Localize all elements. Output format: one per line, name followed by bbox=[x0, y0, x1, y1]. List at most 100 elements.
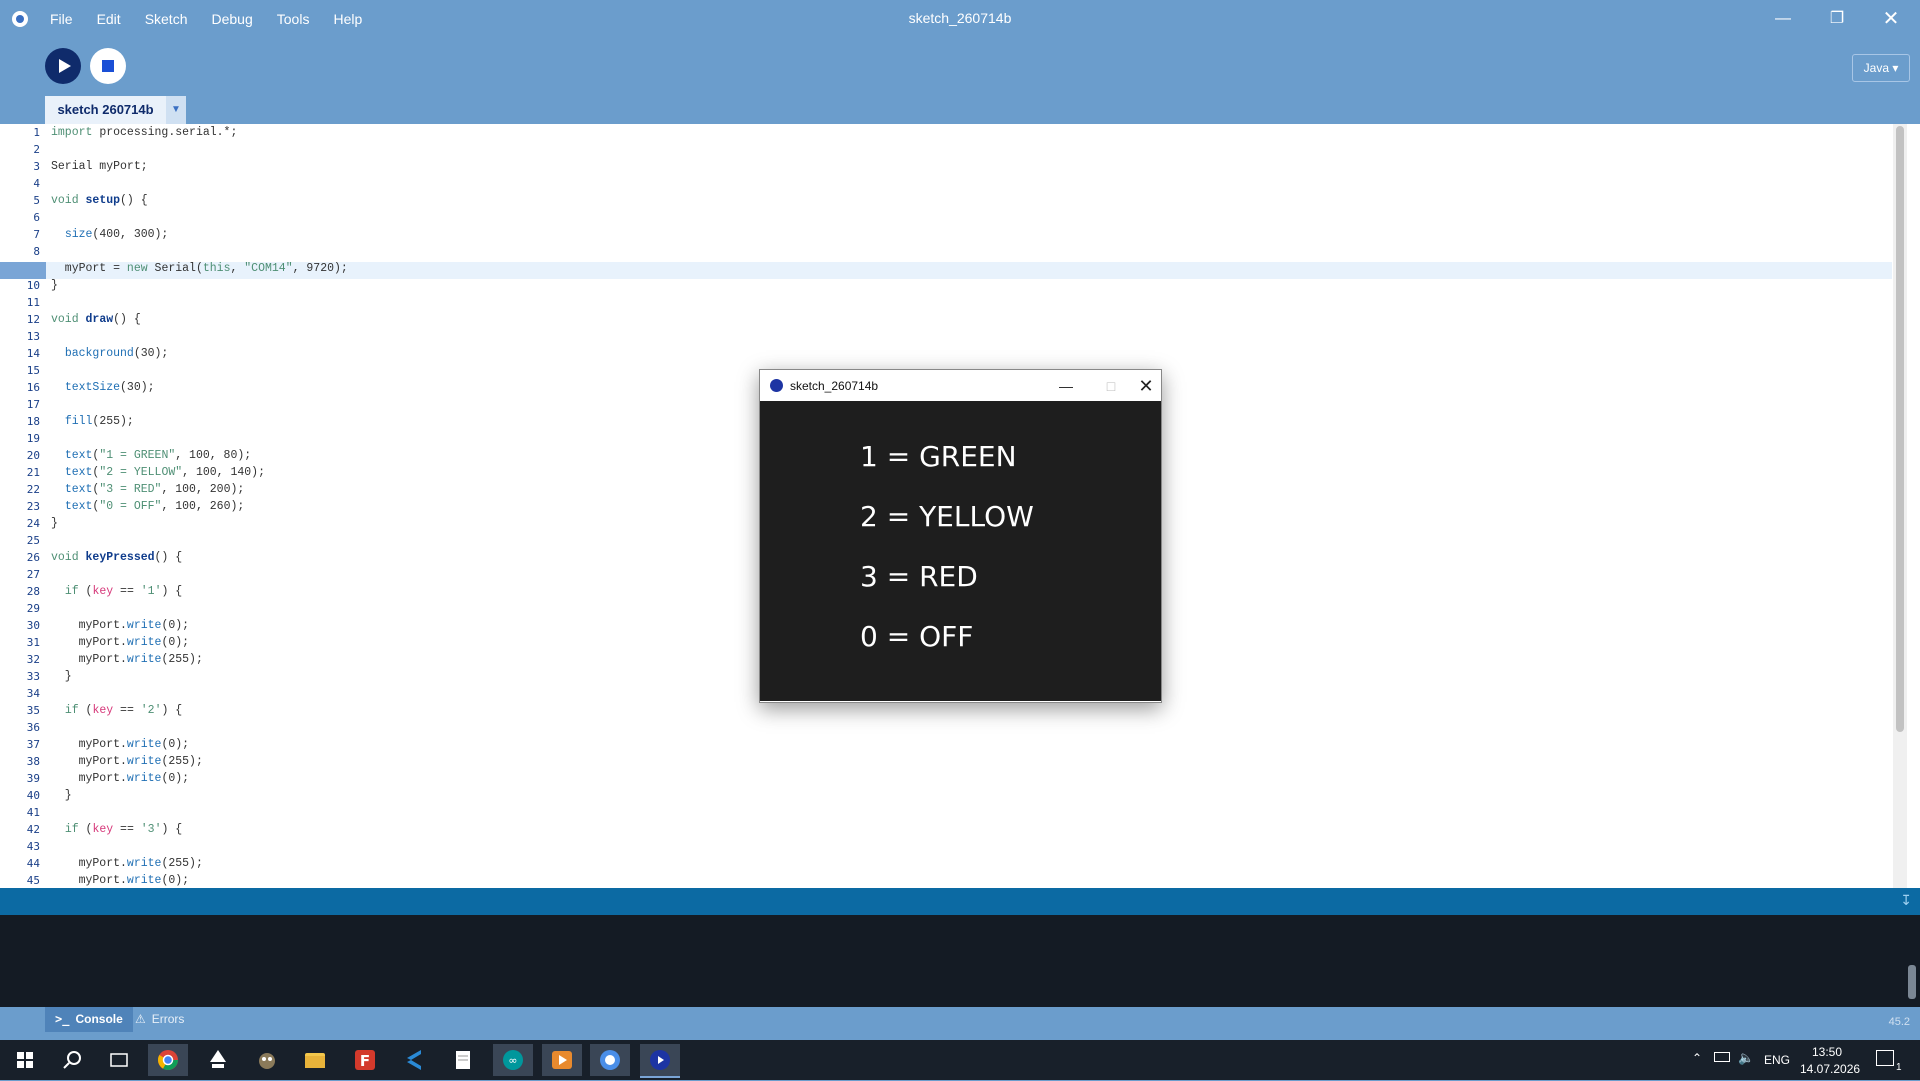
vscode-icon[interactable] bbox=[395, 1044, 435, 1076]
line-number: 3 bbox=[33, 160, 40, 173]
line-number: 43 bbox=[26, 840, 40, 853]
line-number: 19 bbox=[26, 432, 40, 445]
speaker-icon[interactable]: 🔈 bbox=[1738, 1050, 1754, 1066]
line-number: 37 bbox=[26, 738, 40, 751]
windows-start-icon[interactable] bbox=[5, 1044, 45, 1076]
sketch-running-icon[interactable] bbox=[640, 1044, 680, 1078]
language-indicator[interactable]: ENG bbox=[1764, 1053, 1790, 1067]
mode-select[interactable]: Java ▾ bbox=[1852, 54, 1910, 82]
task-view-icon[interactable] bbox=[99, 1044, 139, 1076]
line-number: 32 bbox=[26, 653, 40, 666]
clock-date[interactable]: 14.07.2026 bbox=[1800, 1062, 1860, 1076]
code-line[interactable]: myPort.write(0); bbox=[51, 619, 189, 632]
sketch-app-icon bbox=[770, 379, 783, 392]
tab-errors[interactable]: ⚠ Errors bbox=[135, 1007, 184, 1032]
code-line[interactable]: myPort.write(0); bbox=[51, 772, 189, 785]
sketch-close-button[interactable]: ✕ bbox=[1136, 374, 1156, 398]
code-line[interactable]: if (key == '3') { bbox=[51, 823, 182, 836]
code-line[interactable]: myPort.write(0); bbox=[51, 738, 189, 751]
line-number: 15 bbox=[26, 364, 40, 377]
code-line[interactable]: } bbox=[51, 670, 72, 683]
tab-menu-chevron-icon[interactable]: ▼ bbox=[166, 96, 186, 124]
run-button[interactable] bbox=[45, 48, 81, 84]
line-number: 34 bbox=[26, 687, 40, 700]
notification-icon[interactable] bbox=[1876, 1050, 1894, 1066]
console-output[interactable] bbox=[0, 915, 1920, 1007]
code-line[interactable]: } bbox=[51, 517, 58, 530]
line-number: 30 bbox=[26, 619, 40, 632]
line-number: 38 bbox=[26, 755, 40, 768]
battery-icon[interactable] bbox=[1714, 1052, 1730, 1062]
editor-scrollbar-thumb[interactable] bbox=[1896, 126, 1904, 732]
code-line[interactable]: size(400, 300); bbox=[51, 228, 169, 241]
line-number: 4 bbox=[33, 177, 40, 190]
f-app-icon[interactable]: F bbox=[345, 1044, 385, 1076]
line-number: 25 bbox=[26, 534, 40, 547]
code-line[interactable]: text("0 = OFF", 100, 260); bbox=[51, 500, 244, 513]
code-line[interactable]: } bbox=[51, 279, 58, 292]
notification-count: 1 bbox=[1896, 1062, 1902, 1073]
inkscape-icon[interactable] bbox=[198, 1044, 238, 1076]
media-player-icon[interactable] bbox=[542, 1044, 582, 1076]
title-bar: File Edit Sketch Debug Tools Help sketch… bbox=[0, 0, 1920, 38]
code-line[interactable]: myPort.write(255); bbox=[51, 755, 203, 768]
line-number: 44 bbox=[26, 857, 40, 870]
sketch-canvas[interactable]: 1 = GREEN 2 = YELLOW 3 = RED 0 = OFF bbox=[760, 401, 1161, 701]
code-line[interactable]: myPort.write(255); bbox=[51, 857, 203, 870]
console-scrollbar[interactable] bbox=[1908, 965, 1916, 999]
code-line[interactable]: myPort.write(0); bbox=[51, 636, 189, 649]
line-number: 36 bbox=[26, 721, 40, 734]
code-line[interactable]: Serial myPort; bbox=[51, 160, 148, 173]
line-number: 5 bbox=[33, 194, 40, 207]
sketch-titlebar[interactable]: sketch_260714b — □ ✕ bbox=[760, 370, 1161, 401]
processing-icon[interactable] bbox=[590, 1044, 630, 1076]
code-line[interactable]: import processing.serial.*; bbox=[51, 126, 237, 139]
line-number-gutter: 1234567891011121314151617181920212223242… bbox=[0, 124, 46, 888]
code-line[interactable]: if (key == '2') { bbox=[51, 704, 182, 717]
stop-button[interactable] bbox=[90, 48, 126, 84]
tab-console[interactable]: >_ Console bbox=[45, 1007, 133, 1032]
search-icon[interactable] bbox=[52, 1044, 92, 1076]
arduino-icon[interactable]: ∞ bbox=[493, 1044, 533, 1076]
sketch-text-off: 0 = OFF bbox=[860, 620, 974, 653]
system-tray: ⌃ 🔈 ENG 13:50 14.07.2026 1 bbox=[1684, 1040, 1920, 1080]
minimize-button[interactable]: — bbox=[1760, 5, 1806, 33]
restore-button[interactable]: ❐ bbox=[1814, 5, 1860, 33]
line-number: 42 bbox=[26, 823, 40, 836]
version-label: 45.2 bbox=[1888, 1016, 1910, 1028]
line-number: 7 bbox=[33, 228, 40, 241]
code-line[interactable]: myPort.write(0); bbox=[51, 874, 189, 887]
code-line[interactable]: text("3 = RED", 100, 200); bbox=[51, 483, 244, 496]
code-line[interactable]: textSize(30); bbox=[51, 381, 155, 394]
console-icon: >_ bbox=[55, 1012, 70, 1026]
code-line[interactable]: myPort = new Serial(this, "COM14", 9720)… bbox=[51, 262, 348, 275]
notepad-icon[interactable] bbox=[443, 1044, 483, 1076]
close-button[interactable]: ✕ bbox=[1868, 5, 1914, 33]
code-line[interactable]: } bbox=[51, 789, 72, 802]
sketch-maximize-button[interactable]: □ bbox=[1091, 374, 1131, 398]
tab-sketch[interactable]: sketch 260714b bbox=[45, 96, 166, 124]
editor-scrollbar[interactable] bbox=[1893, 124, 1907, 888]
collapse-icon[interactable]: ↧ bbox=[1900, 892, 1912, 909]
code-line[interactable]: void keyPressed() { bbox=[51, 551, 182, 564]
code-line[interactable]: fill(255); bbox=[51, 415, 134, 428]
code-line[interactable]: if (key == '1') { bbox=[51, 585, 182, 598]
code-line[interactable]: void setup() { bbox=[51, 194, 148, 207]
code-line[interactable]: myPort.write(255); bbox=[51, 653, 203, 666]
gimp-icon[interactable] bbox=[247, 1044, 287, 1076]
sketch-minimize-button[interactable]: — bbox=[1046, 374, 1086, 398]
code-line[interactable]: text("2 = YELLOW", 100, 140); bbox=[51, 466, 265, 479]
toolbar bbox=[0, 38, 1920, 96]
sketch-window[interactable]: sketch_260714b — □ ✕ 1 = GREEN 2 = YELLO… bbox=[759, 369, 1162, 703]
line-number: 17 bbox=[26, 398, 40, 411]
code-line[interactable]: background(30); bbox=[51, 347, 169, 360]
chrome-icon[interactable] bbox=[148, 1044, 188, 1076]
chevron-up-icon[interactable]: ⌃ bbox=[1692, 1051, 1702, 1065]
file-explorer-icon[interactable] bbox=[295, 1044, 335, 1076]
code-line[interactable]: void draw() { bbox=[51, 313, 141, 326]
line-number: 18 bbox=[26, 415, 40, 428]
sketch-text-yellow: 2 = YELLOW bbox=[860, 500, 1034, 533]
clock-time[interactable]: 13:50 bbox=[1812, 1045, 1842, 1059]
code-line[interactable]: text("1 = GREEN", 100, 80); bbox=[51, 449, 251, 462]
line-number: 24 bbox=[26, 517, 40, 530]
